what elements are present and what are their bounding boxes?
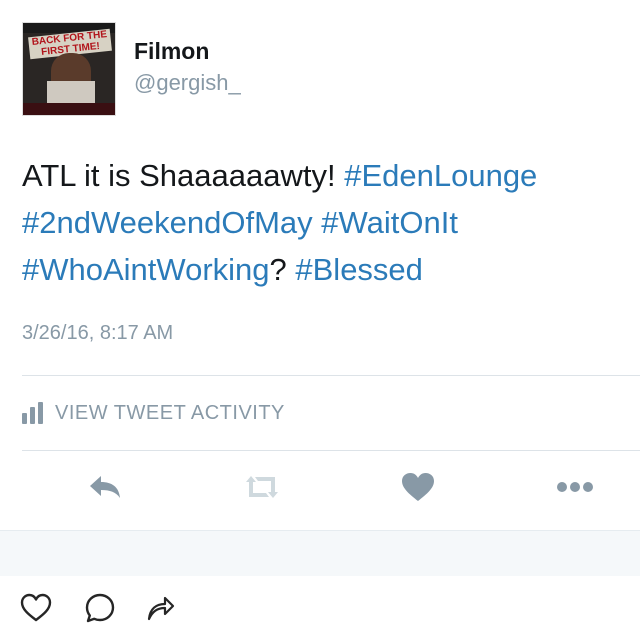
footer-band (0, 530, 640, 577)
hashtag-link[interactable]: #2ndWeekendOfMay (22, 205, 313, 240)
reply-icon (90, 476, 120, 498)
share-arrow-icon (147, 596, 175, 621)
tweet-text-segment (313, 205, 322, 240)
view-tweet-activity-link[interactable]: VIEW TWEET ACTIVITY (22, 398, 285, 428)
reply-button[interactable] (85, 470, 125, 504)
user-handle[interactable]: @gergish_ (134, 70, 241, 96)
view-tweet-activity-label: VIEW TWEET ACTIVITY (55, 401, 285, 424)
tweet-text-segment: ATL it is Shaaaaaawty! (22, 158, 345, 193)
avatar[interactable]: BACK FOR THE FIRST TIME! (22, 22, 116, 116)
tweet-timestamp: 3/26/16, 8:17 AM (22, 322, 174, 344)
divider (22, 375, 640, 376)
hashtag-link[interactable]: #EdenLounge (344, 158, 537, 193)
comment-bubble-icon (85, 593, 115, 623)
ig-share-button[interactable] (140, 588, 180, 628)
heart-icon (402, 473, 434, 501)
divider (22, 450, 640, 451)
display-name[interactable]: Filmon (134, 38, 209, 65)
ig-like-button[interactable] (16, 588, 56, 628)
instagram-action-bar (0, 576, 640, 640)
like-button[interactable] (398, 470, 438, 504)
hashtag-link[interactable]: #WaitOnIt (321, 205, 458, 240)
tweet-text: ATL it is Shaaaaaawty! #EdenLounge #2ndW… (22, 152, 622, 293)
hashtag-link[interactable]: #WhoAintWorking (22, 252, 270, 287)
ig-comment-button[interactable] (80, 588, 120, 628)
tweet-card: BACK FOR THE FIRST TIME! Filmon @gergish… (0, 0, 640, 540)
heart-outline-icon (20, 593, 52, 622)
more-button[interactable] (555, 470, 595, 504)
more-dots-icon (557, 482, 593, 492)
tweet-action-bar (0, 462, 640, 512)
bar-chart-icon (22, 402, 43, 424)
retweet-button[interactable] (242, 470, 282, 504)
retweet-icon (246, 476, 278, 498)
hashtag-link[interactable]: #Blessed (295, 252, 423, 287)
tweet-text-segment: ? (269, 252, 296, 287)
